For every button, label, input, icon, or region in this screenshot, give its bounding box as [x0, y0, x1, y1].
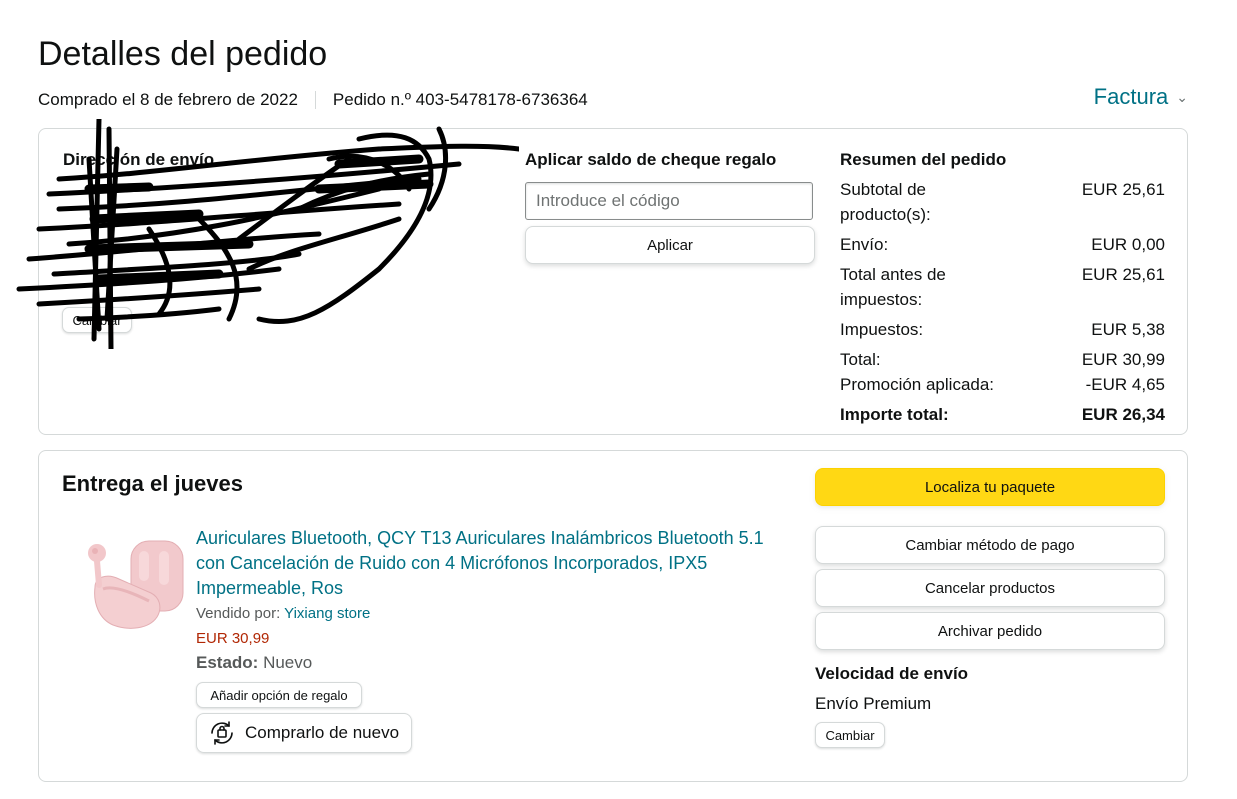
- gift-code-input[interactable]: [525, 182, 813, 220]
- product-condition: Estado: Nuevo: [196, 653, 312, 673]
- change-address-button[interactable]: Cambiar: [62, 307, 132, 333]
- summary-row: Subtotal de producto(s): EUR 25,61: [840, 177, 1165, 227]
- summary-label: Impuestos:: [840, 320, 924, 339]
- summary-label: Envío:: [840, 235, 889, 254]
- add-gift-option-button[interactable]: Añadir opción de regalo: [196, 682, 362, 708]
- invoice-label: Factura: [1093, 84, 1169, 109]
- shipping-address-title: Dirección de envío: [63, 150, 215, 169]
- summary-row: Total: EUR 30,99: [840, 347, 1165, 372]
- order-meta: Comprado el 8 de febrero de 2022 Pedido …: [38, 90, 588, 110]
- sold-by-label: Vendido por:: [196, 605, 281, 622]
- summary-value: EUR 25,61: [1081, 265, 1165, 284]
- summary-value: EUR 25,61: [1081, 180, 1165, 199]
- summary-label: Total:: [840, 350, 881, 369]
- summary-row: Impuestos: EUR 5,38: [840, 317, 1165, 342]
- summary-total-row: Importe total: EUR 26,34: [840, 402, 1165, 427]
- change-payment-button[interactable]: Cambiar método de pago: [815, 526, 1165, 564]
- seller-link[interactable]: Yixiang store: [284, 605, 370, 622]
- order-info-card: Dirección de envío Cambiar Aplicar saldo…: [16, 119, 1188, 435]
- summary-value: EUR 5,38: [1091, 320, 1165, 339]
- cancel-items-button[interactable]: Cancelar productos: [815, 569, 1165, 607]
- order-number: Pedido n.º 403-5478178-6736364: [332, 90, 588, 109]
- track-package-button[interactable]: Localiza tu paquete: [815, 468, 1165, 506]
- summary-value: EUR 30,99: [1081, 350, 1165, 369]
- meta-divider: [314, 91, 316, 109]
- condition-value: Nuevo: [263, 653, 313, 672]
- summary-label: Subtotal de producto(s):: [840, 180, 931, 224]
- summary-value: -EUR 4,65: [1085, 375, 1165, 394]
- chevron-down-icon: ⌄: [1176, 88, 1188, 105]
- delivery-card: Entrega el jueves Auriculares Bluetooth,…: [38, 450, 1188, 782]
- shipping-speed-title: Velocidad de envío: [815, 664, 969, 683]
- buy-again-button[interactable]: Comprarlo de nuevo: [196, 713, 412, 753]
- summary-row: Total antes de impuestos: EUR 25,61: [840, 262, 1165, 312]
- condition-label: Estado:: [196, 653, 259, 672]
- order-summary-table: Subtotal de producto(s): EUR 25,61 Envío…: [840, 177, 1165, 432]
- summary-label: Total antes de impuestos:: [840, 265, 946, 309]
- purchase-date: Comprado el 8 de febrero de 2022: [38, 90, 298, 109]
- buy-again-icon: [207, 718, 237, 748]
- apply-button[interactable]: Aplicar: [525, 226, 815, 264]
- order-summary-title: Resumen del pedido: [840, 150, 1007, 169]
- sold-by: Vendido por: Yixiang store: [196, 605, 370, 622]
- invoice-dropdown[interactable]: Factura ⌄: [1094, 84, 1188, 110]
- product-price: EUR 30,99: [196, 630, 270, 647]
- buy-again-label: Comprarlo de nuevo: [245, 723, 400, 742]
- summary-value: EUR 26,34: [1081, 405, 1165, 424]
- summary-label: Importe total:: [840, 405, 949, 424]
- archive-order-button[interactable]: Archivar pedido: [815, 612, 1165, 650]
- summary-row: Promoción aplicada: -EUR 4,65: [840, 372, 1165, 397]
- summary-value: EUR 0,00: [1091, 235, 1165, 254]
- summary-label: Promoción aplicada:: [840, 375, 995, 394]
- delivery-title: Entrega el jueves: [62, 471, 243, 496]
- change-speed-button[interactable]: Cambiar: [815, 722, 885, 748]
- product-image[interactable]: [73, 529, 193, 639]
- gift-card-title: Aplicar saldo de cheque regalo: [525, 150, 777, 169]
- summary-row: Envío: EUR 0,00: [840, 232, 1165, 257]
- product-title-link[interactable]: Auriculares Bluetooth, QCY T13 Auricular…: [196, 526, 776, 601]
- page-title: Detalles del pedido: [38, 35, 328, 73]
- shipping-speed-value: Envío Premium: [815, 694, 932, 713]
